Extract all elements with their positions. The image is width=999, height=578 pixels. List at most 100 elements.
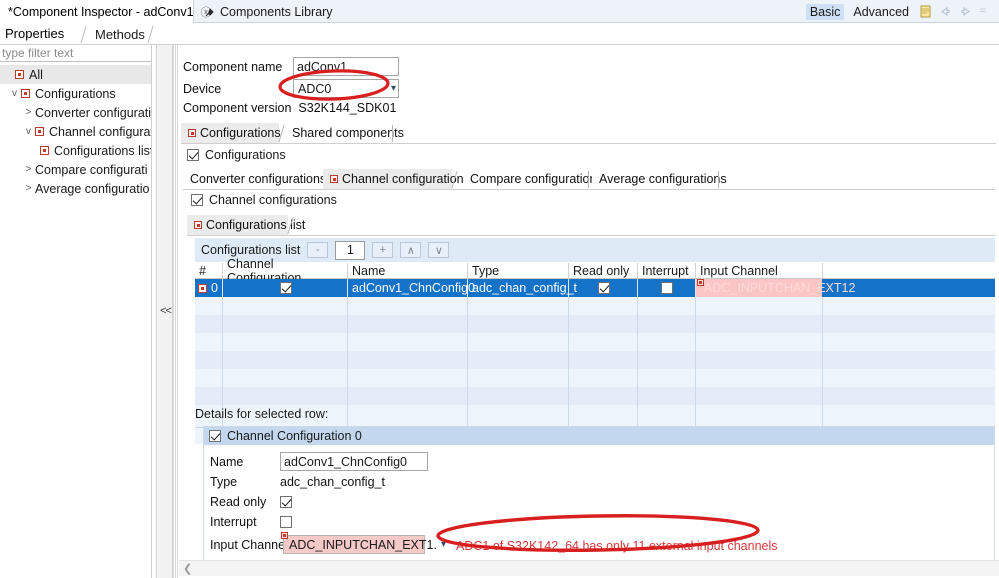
configurations-list-tabstrip: Configurations list bbox=[187, 215, 995, 235]
component-name-input[interactable]: adConv1 bbox=[293, 57, 399, 76]
advanced-button[interactable]: Advanced bbox=[849, 4, 913, 20]
table-row-empty[interactable] bbox=[195, 315, 995, 333]
column-header-input-channel[interactable]: Input Channel bbox=[696, 262, 836, 279]
main-horizontal-scrollbar[interactable]: ❮ bbox=[179, 560, 999, 576]
tab-separator bbox=[80, 26, 87, 43]
basic-button[interactable]: Basic bbox=[805, 3, 845, 20]
move-down-button[interactable]: ∨ bbox=[428, 242, 450, 258]
editor-tab-component-inspector[interactable]: *Component Inspector - adConv1 ⓧ bbox=[0, 0, 212, 23]
tab-average-configurations[interactable]: Average configurations bbox=[592, 169, 734, 189]
details-name-row: Name adConv1_ChnConfig0 bbox=[210, 452, 428, 471]
row-type-cell[interactable]: adc_chan_config_t bbox=[468, 279, 577, 297]
row-channel-configuration-checkbox[interactable] bbox=[279, 282, 292, 294]
filter-input[interactable]: type filter text bbox=[0, 45, 152, 62]
chevron-down-icon[interactable]: v bbox=[8, 88, 21, 99]
tab-configurations-list[interactable]: Configurations list bbox=[187, 215, 305, 235]
menu-icon[interactable] bbox=[978, 4, 993, 19]
tree-item-label: All bbox=[29, 67, 43, 82]
new-file-icon[interactable] bbox=[918, 4, 933, 19]
tree-item-compare-configurations[interactable]: > Compare configurati bbox=[0, 160, 152, 179]
chevron-right-icon[interactable]: > bbox=[22, 183, 35, 194]
details-group-checkbox[interactable] bbox=[209, 430, 221, 442]
tree-item-label: Compare configurati bbox=[35, 162, 148, 177]
tab-configurations[interactable]: Configurations bbox=[181, 123, 281, 143]
details-panel: Channel Configuration 0 Name adConv1_Chn… bbox=[203, 426, 995, 568]
details-name-input[interactable]: adConv1_ChnConfig0 bbox=[280, 452, 428, 471]
row-interrupt-checkbox[interactable] bbox=[661, 282, 673, 294]
tree-item-label: Converter configurati bbox=[35, 105, 152, 120]
column-header-channel-configuration[interactable]: Channel Configuration bbox=[223, 257, 348, 285]
row-name-cell[interactable]: adConv1_ChnConfig0 bbox=[348, 279, 475, 297]
tab-methods-label: Methods bbox=[95, 26, 145, 42]
column-header-interrupt[interactable]: Interrupt bbox=[638, 262, 696, 279]
details-read-only-checkbox[interactable] bbox=[280, 496, 292, 508]
details-input-channel-combo[interactable]: ADC_INPUTCHAN_EXT1. ▾ bbox=[283, 535, 446, 554]
chevron-right-icon[interactable]: > bbox=[22, 107, 35, 118]
error-overlay-icon bbox=[194, 221, 202, 229]
chevron-down-icon[interactable]: v bbox=[22, 126, 35, 137]
back-arrow-icon[interactable] bbox=[938, 4, 953, 19]
tab-channel-configurations[interactable]: Channel configurations bbox=[323, 169, 470, 189]
row-input-channel-cell[interactable]: ADC_INPUTCHAN_EXT12 bbox=[696, 279, 855, 297]
component-inspector-window: *Component Inspector - adConv1 ⓧ Compone… bbox=[0, 0, 999, 578]
editor-tab-components-library[interactable]: Components Library bbox=[196, 0, 341, 23]
forward-arrow-icon[interactable] bbox=[958, 4, 973, 19]
table-row-empty[interactable] bbox=[195, 333, 995, 351]
details-interrupt-checkbox[interactable] bbox=[280, 516, 292, 528]
table-row-empty[interactable] bbox=[195, 387, 995, 405]
details-name-value: adConv1_ChnConfig0 bbox=[284, 454, 408, 469]
tree-item-all[interactable]: All bbox=[0, 65, 152, 84]
tab-converter-configurations[interactable]: Converter configurations bbox=[183, 169, 334, 189]
tab-methods[interactable]: Methods bbox=[88, 23, 152, 45]
table-row[interactable]: 0 adConv1_ChnConfig0 adc_chan_config_t A… bbox=[195, 279, 995, 297]
tree-item-configurations[interactable]: v Configurations bbox=[0, 84, 152, 103]
column-header-index[interactable]: # bbox=[195, 262, 223, 279]
collapse-panel-button[interactable]: << bbox=[158, 305, 173, 317]
chevron-right-icon[interactable]: > bbox=[22, 164, 35, 175]
row-channel-configuration-cell[interactable] bbox=[223, 279, 348, 297]
channel-configurations-checkbox[interactable] bbox=[191, 194, 203, 206]
configurations-checkbox[interactable] bbox=[187, 149, 199, 161]
row-read-only-checkbox[interactable] bbox=[597, 282, 610, 294]
editor-tab-label: *Component Inspector - adConv1 bbox=[8, 4, 194, 19]
details-group-bar[interactable]: Channel Configuration 0 bbox=[204, 427, 994, 445]
device-row: Device ADC0 ▾ bbox=[183, 79, 399, 98]
move-up-button[interactable]: ∧ bbox=[400, 242, 422, 258]
tab-label: Configurations bbox=[200, 126, 281, 140]
tab-separator bbox=[588, 171, 589, 188]
tree-item-label: Average configuratio bbox=[35, 181, 150, 196]
row-read-only-cell[interactable] bbox=[569, 279, 638, 297]
tree-item-channel-configurations[interactable]: v Channel configuratio bbox=[0, 122, 152, 141]
column-header-read-only[interactable]: Read only bbox=[569, 262, 638, 279]
tree-panel-divider bbox=[151, 45, 152, 578]
device-value: ADC0 bbox=[298, 81, 332, 96]
column-header-name[interactable]: Name bbox=[348, 262, 468, 279]
error-overlay-icon bbox=[198, 283, 207, 293]
tab-label: Converter configurations bbox=[190, 172, 327, 186]
error-overlay-icon bbox=[40, 146, 49, 155]
tab-properties[interactable]: Properties bbox=[0, 23, 72, 45]
device-combo[interactable]: ADC0 ▾ bbox=[293, 79, 399, 98]
tree-item-configurations-list[interactable]: Configurations list bbox=[0, 141, 152, 160]
details-group-title: Channel Configuration 0 bbox=[227, 429, 362, 443]
table-row-empty[interactable] bbox=[195, 369, 995, 387]
chevron-down-icon[interactable]: ▾ bbox=[437, 539, 446, 550]
chevron-down-icon[interactable]: ▾ bbox=[385, 83, 396, 94]
channel-configurations-checkbox-row[interactable]: Channel configurations bbox=[191, 193, 337, 207]
tab-label: Average configurations bbox=[599, 172, 727, 186]
add-configuration-button[interactable]: + bbox=[372, 242, 394, 258]
outer-tabstrip: Configurations Shared components bbox=[181, 123, 996, 143]
row-interrupt-cell[interactable] bbox=[638, 279, 696, 297]
table-row-empty[interactable] bbox=[195, 351, 995, 369]
tree-item-average-configurations[interactable]: > Average configuratio bbox=[0, 179, 152, 198]
table-row-empty[interactable] bbox=[195, 297, 995, 315]
scroll-left-icon[interactable]: ❮ bbox=[183, 562, 192, 575]
tree-item-label: Channel configuratio bbox=[49, 124, 152, 139]
configurations-checkbox-row[interactable]: Configurations bbox=[187, 148, 286, 162]
tree-item-converter-configurations[interactable]: > Converter configurati bbox=[0, 103, 152, 122]
inner-tabstrip: Converter configurations Channel configu… bbox=[183, 169, 995, 189]
component-version-row: Component version S32K144_SDK01 bbox=[183, 101, 396, 115]
column-header-type[interactable]: Type bbox=[468, 262, 569, 279]
pin-icon bbox=[204, 7, 215, 18]
editor-toolbar: Basic Advanced bbox=[805, 0, 997, 23]
